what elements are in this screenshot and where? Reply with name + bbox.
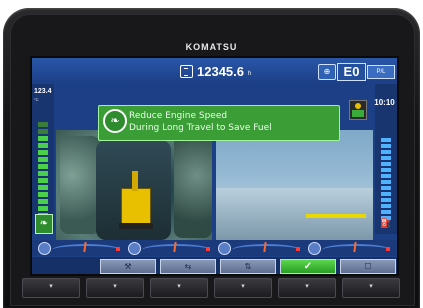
hardware-button-row: ▾ ▾ ▾ ▾ ▾ ▾ [22, 278, 402, 298]
hardware-button-f6[interactable]: ▾ [342, 278, 400, 298]
fuel-icon: ⛽ [380, 218, 392, 228]
travel-mode-icon: ⊕ [318, 64, 336, 80]
hourglass-icon [180, 65, 193, 78]
message-line-1: Reduce Engine Speed [129, 111, 228, 121]
eco-gauge-icon: ❧ [35, 214, 53, 234]
hour-meter: 12345.6 h [180, 64, 251, 79]
coolant-unit: °C [34, 97, 39, 102]
gauge-strip [32, 240, 397, 256]
display-screen: 12345.6 h ⊕ E0 P/L 123.4 °C ❧ 10:10 ⛽ ❧ … [30, 56, 399, 276]
function-key-adjust[interactable]: ⇅ [220, 259, 276, 274]
coolant-readout: 123.4 °C [34, 88, 52, 104]
engine-icon [128, 242, 141, 255]
excavator-overhead-image [119, 171, 153, 229]
coolant-gauge [38, 122, 48, 222]
engine-load-gauge [128, 241, 212, 255]
hardware-button-f3[interactable]: ▾ [150, 278, 208, 298]
guide-line [306, 214, 366, 218]
coolant-value: 123.4 [34, 88, 52, 95]
hydraulic-oil-gauge [38, 241, 122, 255]
clock: 10:10 [374, 98, 395, 107]
hardware-button-f5[interactable]: ▾ [278, 278, 336, 298]
hardware-button-f2[interactable]: ▾ [86, 278, 144, 298]
hydraulic-icon [38, 242, 51, 255]
hour-meter-unit: h [248, 71, 252, 77]
hardware-button-f1[interactable]: ▾ [22, 278, 80, 298]
fuel-gauge [381, 138, 391, 230]
rear-camera-view [56, 130, 212, 240]
function-key-swap[interactable]: ⇆ [160, 259, 216, 274]
pump-icon [218, 242, 231, 255]
speed-gauge [308, 241, 392, 255]
speed-icon [308, 242, 321, 255]
function-key-menu[interactable]: ☐ [340, 259, 396, 274]
function-key-tools[interactable]: ⚒ [100, 259, 156, 274]
leaf-icon: ❧ [103, 109, 127, 133]
top-status-bar: 12345.6 h ⊕ E0 P/L [32, 58, 397, 84]
operator-seatbelt-icon [349, 100, 367, 120]
function-key-confirm[interactable]: ✓ [280, 259, 336, 274]
pump-pressure-gauge [218, 241, 302, 255]
work-mode-indicator: E0 [337, 63, 366, 81]
power-mode-indicator: P/L [367, 65, 395, 79]
brand-logo: KOMATSU [185, 42, 238, 52]
side-camera-view [216, 130, 373, 240]
hardware-button-f4[interactable]: ▾ [214, 278, 272, 298]
left-gauge-panel: 123.4 °C [32, 84, 54, 234]
message-line-2: During Long Travel to Save Fuel [129, 123, 272, 133]
hour-meter-value: 12345.6 [197, 64, 244, 79]
guidance-message: ❧ Reduce Engine Speed During Long Travel… [98, 105, 340, 141]
function-key-bar: ⚒ ⇆ ⇅ ✓ ☐ [32, 257, 397, 274]
